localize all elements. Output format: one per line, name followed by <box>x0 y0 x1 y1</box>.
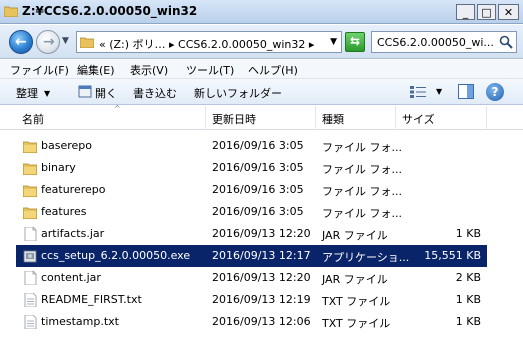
file-date: 2016/09/13 12:06 <box>212 315 311 328</box>
file-date: 2016/09/16 3:05 <box>212 205 304 218</box>
window-title: Z:¥CCS6.2.0.00050_win32 <box>22 4 198 18</box>
search-input[interactable]: CCS6.2.0.00050_wi... <box>371 31 517 53</box>
organize-button[interactable]: 整理 ▼ <box>16 85 50 101</box>
help-icon[interactable]: ? <box>486 83 504 101</box>
file-row[interactable]: ccs_setup_6.2.0.00050.exe 2016/09/13 12:1… <box>16 245 487 267</box>
jar-file-icon <box>24 271 37 285</box>
search-icon[interactable] <box>499 35 513 49</box>
open-label: 開く <box>95 87 117 100</box>
menu-bar: ファイル(F) 編集(E) 表示(V) ツール(T) ヘルプ(H) <box>0 60 523 79</box>
menu-file[interactable]: ファイル(F) <box>10 62 69 78</box>
close-button[interactable]: ✕ <box>498 4 519 20</box>
folder-icon <box>23 207 37 219</box>
column-header-type[interactable]: 種類 <box>316 106 396 130</box>
file-name: baserepo <box>41 139 92 152</box>
back-button[interactable]: ← <box>9 30 33 54</box>
file-row[interactable]: content.jar 2016/09/13 12:20 JAR ファイル 2 KB <box>16 267 487 289</box>
file-date: 2016/09/13 12:20 <box>212 271 311 284</box>
history-dropdown-icon[interactable]: ▼ <box>62 36 69 46</box>
file-size: 1 KB <box>455 315 481 328</box>
file-row[interactable]: baserepo 2016/09/16 3:05 ファイル フォ... <box>16 135 487 157</box>
navigation-bar: ← → ▼ « (Z:) ボリ… ▸ CCS6.2.0.00050_win32 … <box>0 25 523 59</box>
text-file-icon <box>24 293 37 307</box>
file-row[interactable]: binary 2016/09/16 3:05 ファイル フォ... <box>16 157 487 179</box>
file-type: ファイル フォ... <box>322 207 402 220</box>
burn-button[interactable]: 書き込む <box>133 85 177 101</box>
file-type: ファイル フォ... <box>322 163 402 176</box>
exe-file-icon <box>23 250 37 263</box>
forward-arrow-icon: → <box>43 34 55 50</box>
file-name: featurerepo <box>41 183 106 196</box>
folder-icon <box>23 141 37 153</box>
back-arrow-icon: ← <box>15 34 27 50</box>
file-name: artifacts.jar <box>41 227 105 240</box>
file-date: 2016/09/16 3:05 <box>212 183 304 196</box>
refresh-button[interactable]: ⇆ <box>345 32 365 52</box>
file-type: JAR ファイル <box>322 229 388 242</box>
column-header-date[interactable]: 更新日時 <box>206 106 316 130</box>
minimize-button[interactable]: _ <box>456 4 475 20</box>
chevron-down-icon: ▼ <box>44 89 51 98</box>
file-name: timestamp.txt <box>41 315 119 328</box>
file-type: ファイル フォ... <box>322 141 402 154</box>
maximize-button[interactable]: □ <box>477 4 496 20</box>
file-type: TXT ファイル <box>322 317 391 330</box>
file-date: 2016/09/16 3:05 <box>212 139 304 152</box>
file-row[interactable]: artifacts.jar 2016/09/13 12:20 JAR ファイル 1 K… <box>16 223 487 245</box>
command-bar: 整理 ▼ 開く 書き込む 新しいフォルダー ▼ ? <box>0 79 523 105</box>
organize-label: 整理 <box>16 87 38 100</box>
file-date: 2016/09/16 3:05 <box>212 161 304 174</box>
sort-caret-icon: ^ <box>114 104 121 113</box>
text-file-icon <box>24 315 37 329</box>
file-row[interactable]: README_FIRST.txt 2016/09/13 12:19 TXT ファイル… <box>16 289 487 311</box>
menu-tools[interactable]: ツール(T) <box>186 62 234 78</box>
file-name: README_FIRST.txt <box>41 293 142 306</box>
file-date: 2016/09/13 12:20 <box>212 227 311 240</box>
file-list: baserepo 2016/09/16 3:05 ファイル フォ... binary 2… <box>0 131 523 348</box>
file-date: 2016/09/13 12:19 <box>212 293 311 306</box>
jar-file-icon <box>24 227 37 241</box>
open-button[interactable]: 開く <box>78 85 117 101</box>
chevron-down-icon[interactable]: ▼ <box>436 87 442 96</box>
menu-view[interactable]: 表示(V) <box>130 62 168 78</box>
file-type: JAR ファイル <box>322 273 388 286</box>
file-size: 1 KB <box>455 227 481 240</box>
file-name: ccs_setup_6.2.0.00050.exe <box>41 249 191 262</box>
file-name: content.jar <box>41 271 101 284</box>
file-size: 2 KB <box>455 271 481 284</box>
address-path: « (Z:) ボリ… ▸ CCS6.2.0.00050_win32 ▸ <box>99 38 315 51</box>
file-date: 2016/09/13 12:17 <box>212 249 311 262</box>
file-size: 15,551 KB <box>424 249 481 262</box>
folder-icon <box>4 6 18 17</box>
address-dropdown-icon[interactable]: ▼ <box>330 37 337 47</box>
column-header-row: 名前 ^ 更新日時 種類 サイズ <box>0 104 523 130</box>
file-row[interactable]: featurerepo 2016/09/16 3:05 ファイル フォ... <box>16 179 487 201</box>
file-type: ファイル フォ... <box>322 185 402 198</box>
preview-pane-icon[interactable] <box>458 84 474 99</box>
folder-icon <box>23 163 37 175</box>
address-bar[interactable]: « (Z:) ボリ… ▸ CCS6.2.0.00050_win32 ▸ ▼ <box>76 31 342 53</box>
file-type: TXT ファイル <box>322 295 391 308</box>
file-size: 1 KB <box>455 293 481 306</box>
search-placeholder: CCS6.2.0.00050_wi... <box>377 36 494 49</box>
column-header-size[interactable]: サイズ <box>396 106 487 130</box>
file-row[interactable]: features 2016/09/16 3:05 ファイル フォ... <box>16 201 487 223</box>
column-header-name[interactable]: 名前 ^ <box>16 104 206 130</box>
view-options-icon[interactable] <box>410 86 426 98</box>
new-folder-button[interactable]: 新しいフォルダー <box>194 85 282 101</box>
menu-help[interactable]: ヘルプ(H) <box>248 62 298 78</box>
column-header-name-label: 名前 <box>22 113 44 126</box>
folder-icon <box>80 37 94 48</box>
file-type: アプリケーショ... <box>322 251 410 264</box>
file-name: features <box>41 205 87 218</box>
folder-icon <box>23 185 37 197</box>
title-bar: Z:¥CCS6.2.0.00050_win32 _ □ ✕ <box>0 0 523 24</box>
file-name: binary <box>41 161 76 174</box>
menu-edit[interactable]: 編集(E) <box>77 62 115 78</box>
open-icon <box>78 85 92 98</box>
forward-button[interactable]: → <box>36 30 60 54</box>
file-row[interactable]: timestamp.txt 2016/09/13 12:06 TXT ファイル 1 K… <box>16 311 487 333</box>
